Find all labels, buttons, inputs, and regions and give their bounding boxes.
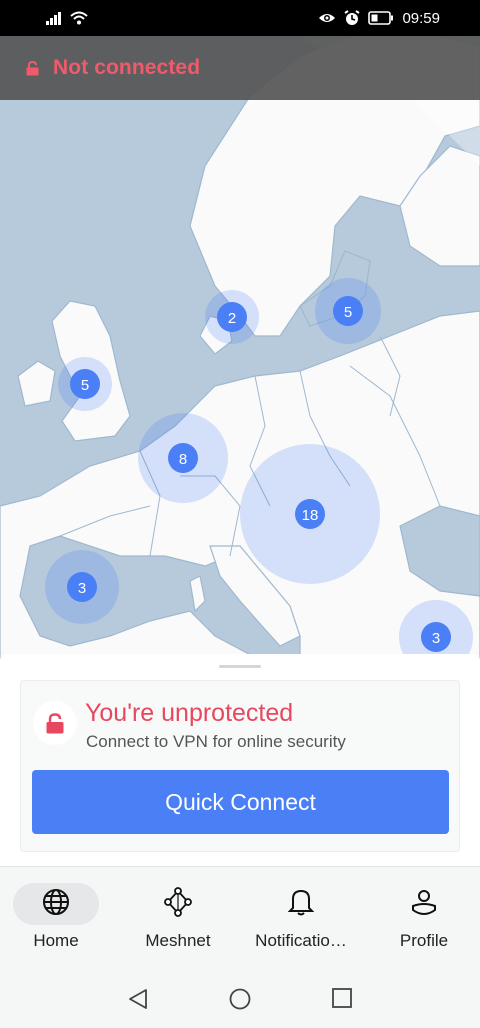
status-time: 09:59 xyxy=(402,9,440,27)
bell-icon xyxy=(287,888,315,921)
wifi-icon xyxy=(70,11,88,25)
connection-status-banner: Not connected xyxy=(0,36,480,100)
battery-icon xyxy=(368,11,394,25)
eye-icon xyxy=(318,11,336,25)
quick-connect-button[interactable]: Quick Connect xyxy=(32,770,449,834)
nav-home-highlight xyxy=(13,883,99,925)
profile-icon xyxy=(411,888,437,921)
cluster-label: 8 xyxy=(179,451,187,468)
protection-title: You're unprotected xyxy=(85,699,294,727)
cluster-belgium[interactable]: 8 xyxy=(138,413,228,503)
home-circle-icon[interactable] xyxy=(229,988,251,1015)
nav-profile[interactable]: Profile xyxy=(388,867,460,955)
back-icon[interactable] xyxy=(127,988,149,1015)
cluster-label: 5 xyxy=(344,304,352,321)
cluster-label: 2 xyxy=(228,310,236,327)
protection-card: You're unprotected Connect to VPN for on… xyxy=(20,680,460,852)
nav-home-label: Home xyxy=(33,931,79,950)
cluster-label: 3 xyxy=(78,580,86,597)
cluster-spain[interactable]: 3 xyxy=(45,550,119,624)
unprotected-lock-icon xyxy=(33,701,77,745)
lock-icon xyxy=(26,60,39,76)
cluster-denmark[interactable]: 2 xyxy=(205,290,259,344)
nav-home[interactable]: Home xyxy=(12,867,100,955)
cluster-united-kingdom[interactable]: 5 xyxy=(58,357,112,411)
alarm-icon xyxy=(344,10,361,26)
meshnet-icon xyxy=(163,886,193,922)
status-bar: 09:59 xyxy=(0,0,480,36)
nav-notifications[interactable]: Notificatio… xyxy=(246,867,356,955)
cluster-label: 3 xyxy=(432,630,440,647)
cluster-label: 5 xyxy=(81,377,89,394)
bottom-navigation: Home Meshnet Notificatio… Profile xyxy=(0,866,480,954)
cluster-label: 18 xyxy=(302,507,319,524)
globe-icon xyxy=(42,888,70,921)
cluster-central-europe[interactable]: 18 xyxy=(240,444,380,584)
cluster-latvia[interactable]: 5 xyxy=(315,278,381,344)
sheet-drag-handle[interactable] xyxy=(219,665,261,668)
nav-meshnet[interactable]: Meshnet xyxy=(138,867,218,955)
bottom-sheet: You're unprotected Connect to VPN for on… xyxy=(0,654,480,866)
signal-icon xyxy=(46,11,64,25)
nav-notifications-label: Notificatio… xyxy=(255,931,347,950)
recents-square-icon[interactable] xyxy=(332,988,352,1013)
nav-meshnet-label: Meshnet xyxy=(145,931,211,950)
system-navigation-bar xyxy=(0,954,480,1028)
connection-status-text: Not connected xyxy=(53,56,201,79)
protection-subtitle: Connect to VPN for online security xyxy=(86,732,346,751)
nav-profile-label: Profile xyxy=(399,931,449,950)
server-map[interactable]: 2 5 5 8 18 3 3 xyxy=(0,36,480,660)
